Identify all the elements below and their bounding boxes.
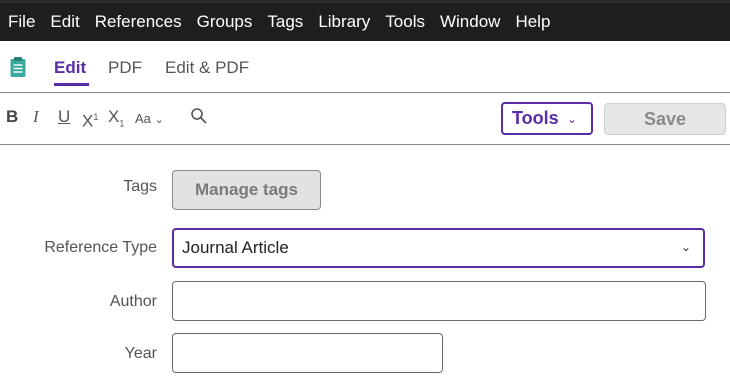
title-bar-sliver [0,0,730,3]
author-label: Author [109,293,157,310]
menu-bar: File Edit References Groups Tags Library… [0,0,730,41]
notes-icon[interactable] [9,56,27,78]
superscript-base: X [82,111,94,131]
reference-type-select[interactable]: Journal Article ⌄ [172,228,705,268]
menu-library[interactable]: Library [318,12,370,32]
subscript-base: X [108,107,120,126]
superscript-mark: 1 [93,112,99,122]
search-icon[interactable] [190,107,208,125]
active-tab-indicator [54,83,89,86]
tab-bar: Edit PDF Edit & PDF [0,41,730,93]
tab-pdf[interactable]: PDF [108,58,142,78]
menu-help[interactable]: Help [515,12,550,32]
tags-label: Tags [123,178,157,195]
menu-window[interactable]: Window [440,12,500,32]
subscript-button[interactable]: X1 [108,107,124,133]
year-field[interactable] [172,333,443,373]
underline-button[interactable]: U [58,107,70,127]
author-field[interactable] [172,281,706,321]
tools-dropdown-button[interactable]: Tools ⌄ [501,102,593,135]
year-label: Year [124,345,157,362]
manage-tags-button[interactable]: Manage tags [172,170,321,210]
italic-button[interactable]: I [33,107,39,127]
chevron-down-icon: ⌄ [154,114,164,126]
menu-references[interactable]: References [95,12,182,32]
menu-file[interactable]: File [8,12,35,32]
save-button[interactable]: Save [604,103,726,135]
reference-type-value: Journal Article [182,238,289,257]
menu-groups[interactable]: Groups [197,12,253,32]
chevron-down-icon: ⌄ [680,240,691,254]
bold-button[interactable]: B [6,107,18,127]
subscript-mark: 1 [119,118,125,129]
menu-edit[interactable]: Edit [50,12,79,32]
font-size-button[interactable]: Aa ⌄ [135,109,164,130]
chevron-down-icon: ⌄ [566,112,577,126]
tab-edit[interactable]: Edit [54,58,86,78]
superscript-button[interactable]: X1 [82,107,98,132]
tab-edit-and-pdf[interactable]: Edit & PDF [165,58,249,78]
reference-type-label: Reference Type [44,239,157,256]
menu-tags[interactable]: Tags [267,12,303,32]
tools-button-label: Tools [512,108,559,128]
menu-tools[interactable]: Tools [385,12,425,32]
font-size-label: Aa [135,111,151,126]
